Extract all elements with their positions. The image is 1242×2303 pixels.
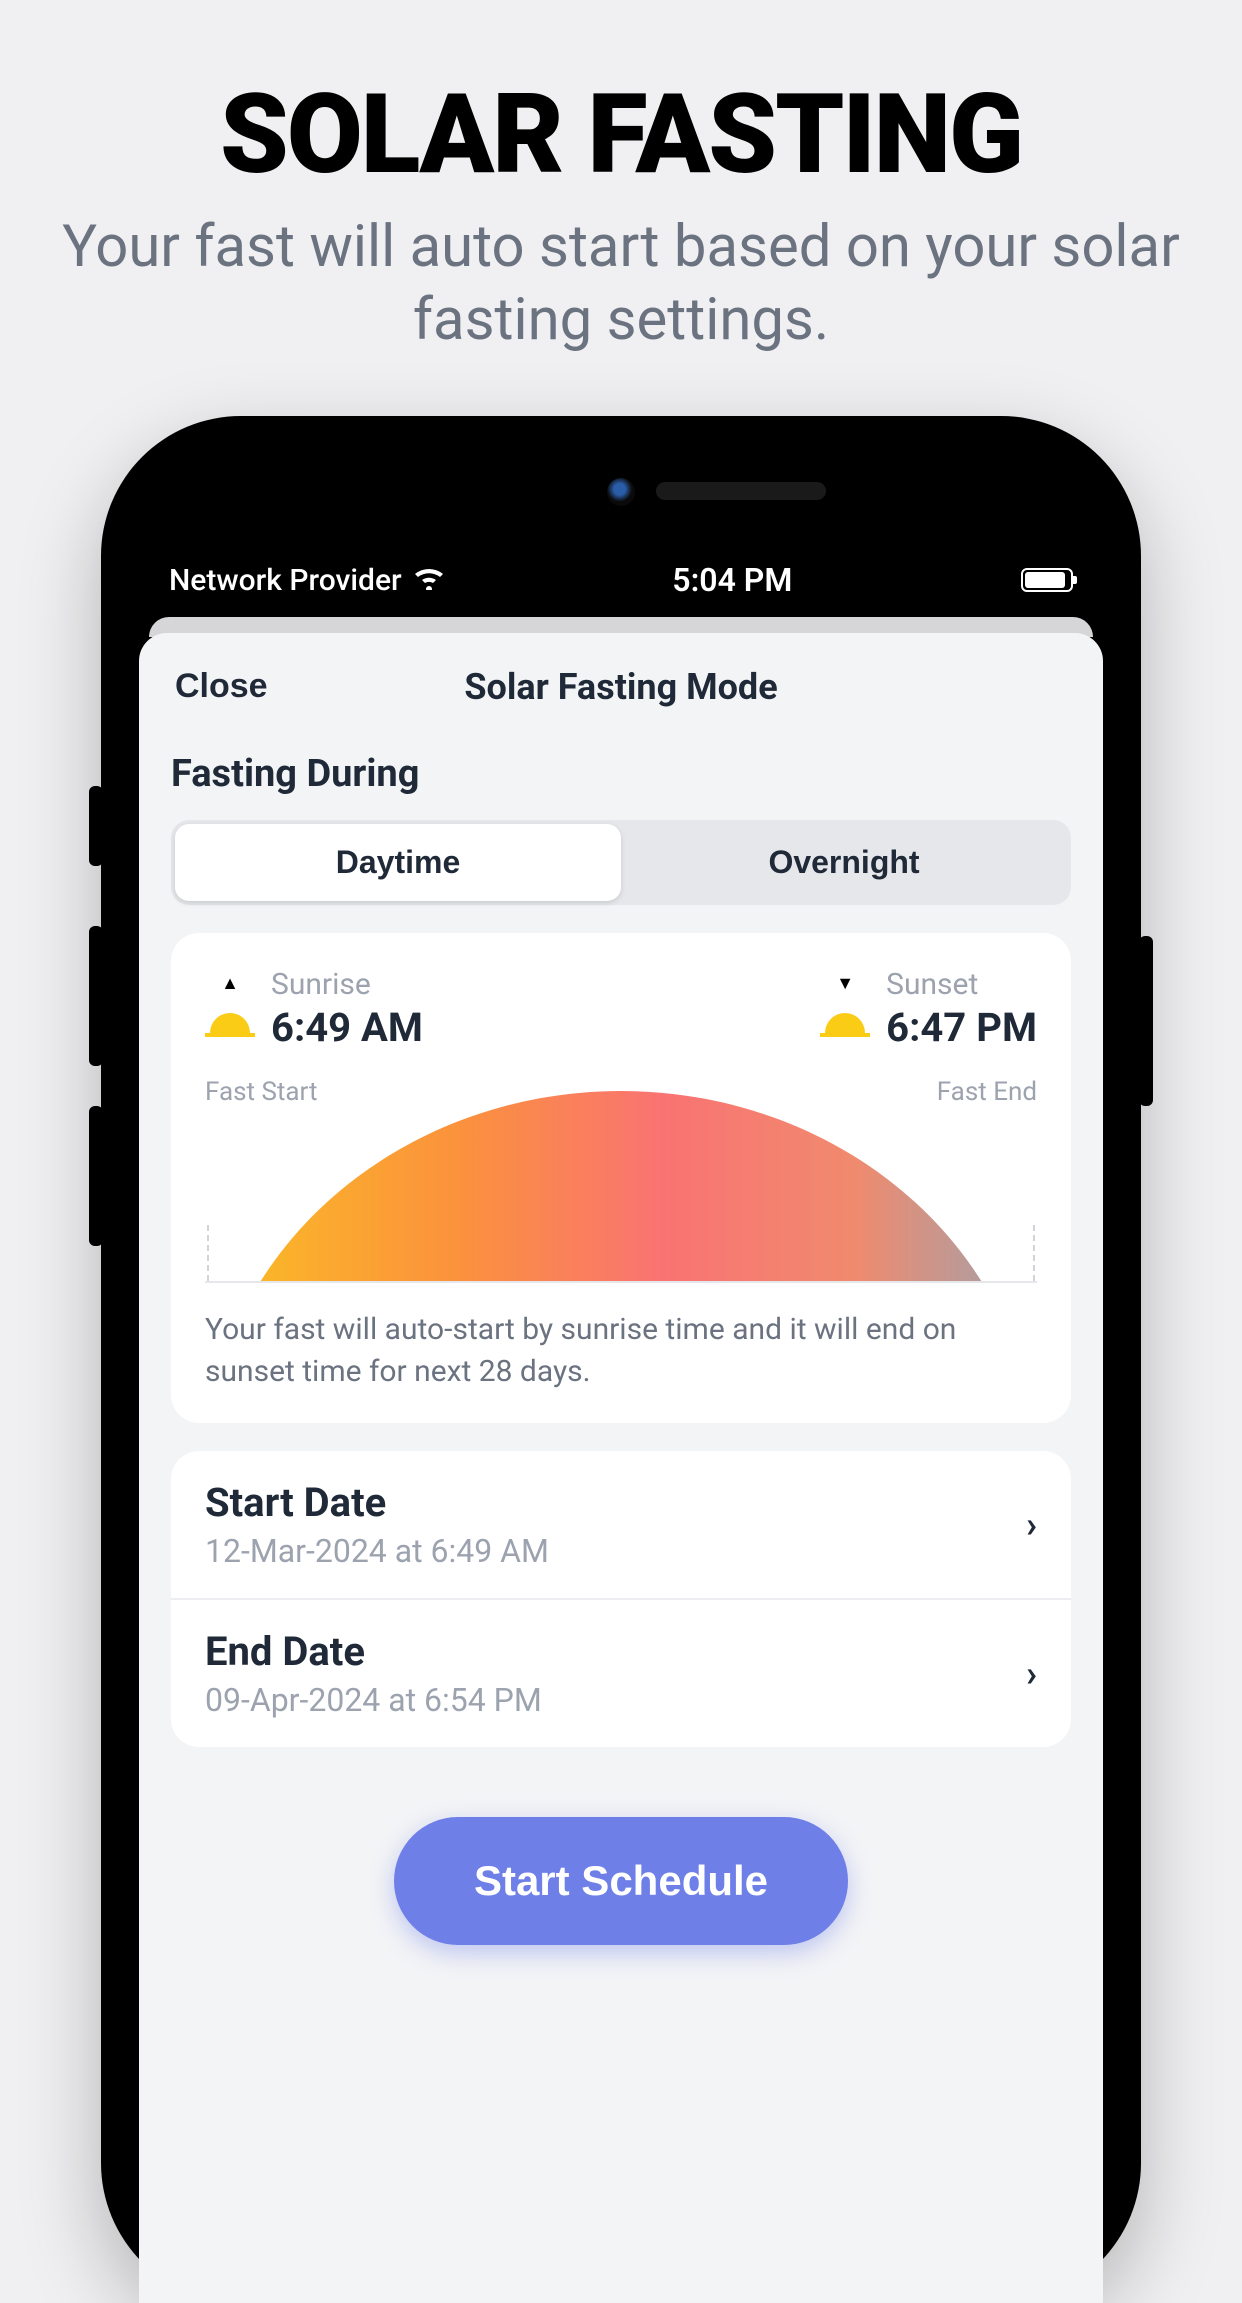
sunset-cell: ▼ Sunset 6:47 PM (820, 967, 1037, 1051)
tab-overnight[interactable]: Overnight (621, 824, 1067, 901)
end-date-value: 09-Apr-2024 at 6:54 PM (205, 1681, 542, 1719)
speaker-icon (656, 482, 826, 500)
sunrise-time: 6:49 AM (271, 1004, 423, 1051)
promo-title: SOLAR FASTING (60, 70, 1182, 199)
chevron-right-icon: › (1026, 1504, 1037, 1546)
modal-title: Solar Fasting Mode (464, 666, 777, 708)
sun-arc-icon (205, 1091, 1037, 1281)
sun-arc-chart: Fast Start Fast End (205, 1083, 1037, 1283)
sunrise-label: Sunrise (271, 967, 423, 1002)
side-button (89, 786, 103, 866)
battery-icon (1021, 568, 1073, 592)
end-date-title: End Date (205, 1628, 542, 1675)
side-button (89, 926, 103, 1066)
sunrise-cell: ▲ Sunrise 6:49 AM (205, 967, 423, 1051)
section-label-fasting-during: Fasting During (171, 752, 1071, 796)
side-button (89, 1106, 103, 1246)
status-time: 5:04 PM (672, 561, 792, 599)
sun-card-note: Your fast will auto-start by sunrise tim… (205, 1309, 1037, 1393)
status-bar: Network Provider 5:04 PM (139, 561, 1103, 617)
wifi-icon (414, 563, 444, 598)
modal-nav: Close Solar Fasting Mode (139, 633, 1103, 732)
sunrise-icon: ▲ (205, 997, 255, 1047)
date-list: Start Date 12-Mar-2024 at 6:49 AM › End … (171, 1451, 1071, 1747)
tab-daytime[interactable]: Daytime (175, 824, 621, 901)
camera-icon (607, 478, 635, 506)
start-date-row[interactable]: Start Date 12-Mar-2024 at 6:49 AM › (171, 1451, 1071, 1598)
sunset-time: 6:47 PM (886, 1004, 1037, 1051)
side-button (1139, 936, 1153, 1106)
chevron-right-icon: › (1026, 1653, 1037, 1695)
start-schedule-button[interactable]: Start Schedule (394, 1817, 848, 1945)
segmented-control: Daytime Overnight (171, 820, 1071, 905)
close-button[interactable]: Close (175, 667, 268, 706)
sunset-label: Sunset (886, 967, 1037, 1002)
end-date-row[interactable]: End Date 09-Apr-2024 at 6:54 PM › (171, 1598, 1071, 1747)
promo-header: SOLAR FASTING Your fast will auto start … (0, 0, 1242, 376)
promo-subtitle: Your fast will auto start based on your … (60, 211, 1182, 356)
device-frame: Network Provider 5:04 PM Close Solar Fas… (101, 416, 1141, 2303)
carrier-label: Network Provider (169, 563, 402, 598)
start-date-value: 12-Mar-2024 at 6:49 AM (205, 1532, 549, 1570)
start-date-title: Start Date (205, 1479, 549, 1526)
modal-sheet: Close Solar Fasting Mode Fasting During … (139, 633, 1103, 2303)
sun-card: ▲ Sunrise 6:49 AM ▼ (171, 933, 1071, 1423)
sunset-icon: ▼ (820, 997, 870, 1047)
